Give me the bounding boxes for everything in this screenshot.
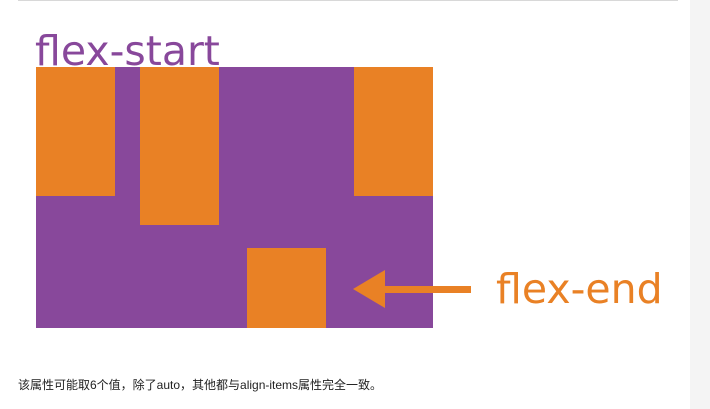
left-arrow-icon xyxy=(353,270,471,308)
flex-item-2 xyxy=(140,67,219,225)
arrow-head xyxy=(353,270,385,308)
flex-item-1 xyxy=(36,67,115,196)
flex-end-label: flex-end xyxy=(496,265,663,313)
flex-start-label: flex-start xyxy=(35,27,220,75)
description-text: 该属性可能取6个值，除了auto，其他都与align-items属性完全一致。 xyxy=(18,378,383,392)
article-content: flex-start flex-end 该属性可能取6个值，除了auto，其他都… xyxy=(0,0,690,409)
flex-item-4 xyxy=(354,67,433,196)
align-self-diagram: flex-start flex-end xyxy=(0,0,690,340)
arrow-shaft xyxy=(378,286,471,293)
flex-item-3 xyxy=(247,248,326,328)
right-page-margin xyxy=(690,0,710,409)
